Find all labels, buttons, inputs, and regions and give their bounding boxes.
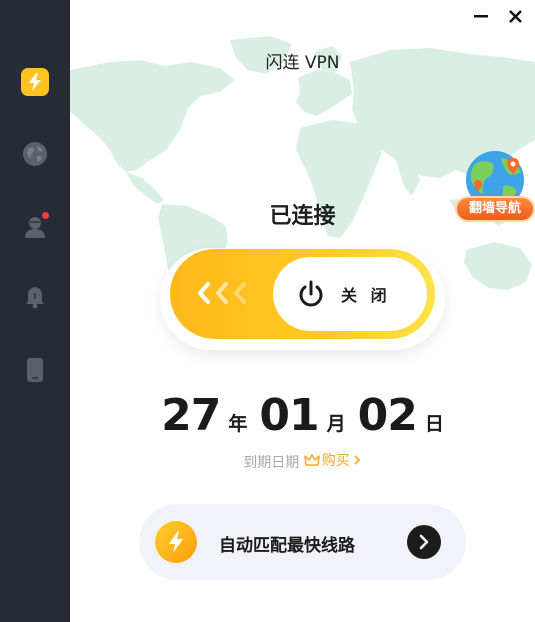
minimize-button[interactable] <box>470 5 492 27</box>
auto-route-button[interactable]: 自动匹配最快线路 <box>139 504 466 580</box>
expiry-day: 02 <box>357 390 418 441</box>
auto-route-label: 自动匹配最快线路 <box>219 536 355 556</box>
expiry-month: 01 <box>259 390 319 441</box>
sidebar-item-device[interactable] <box>21 356 49 384</box>
toggle-track: 关 闭 <box>170 249 435 339</box>
buy-label: 购买 <box>321 453 350 469</box>
bell-icon <box>26 287 44 309</box>
buy-link[interactable]: 购买 <box>303 450 362 470</box>
chevron-right-small-icon <box>354 455 360 465</box>
sidebar-item-globe[interactable] <box>21 140 49 168</box>
chevron-right-icon[interactable] <box>407 525 441 559</box>
power-icon <box>299 280 323 307</box>
expiry-day-unit: 日 <box>424 413 444 435</box>
expiry-month-unit: 月 <box>326 413 346 435</box>
chevrons-left-icon <box>196 281 256 305</box>
lightning-icon <box>155 521 197 563</box>
sidebar <box>0 0 70 622</box>
minimize-icon <box>474 15 488 18</box>
connection-status: 已连接 <box>269 204 336 229</box>
close-icon <box>508 9 522 23</box>
app-title: 闪连 VPN <box>265 53 340 73</box>
sidebar-item-account[interactable] <box>21 212 49 240</box>
phone-icon <box>27 358 43 382</box>
expiry-subline: 到期日期 购买 <box>70 450 535 472</box>
crown-icon <box>303 454 320 466</box>
notification-dot <box>42 212 49 219</box>
expiry-year: 27 <box>161 390 221 441</box>
disconnect-button[interactable]: 关 闭 <box>273 257 427 331</box>
expiry-label: 到期日期 <box>243 455 300 471</box>
expiry-year-unit: 年 <box>228 413 248 435</box>
close-button[interactable] <box>504 5 526 27</box>
expiry-date: 27 年 01 月 02 日 <box>70 390 535 441</box>
connection-toggle[interactable]: 关 闭 <box>160 240 445 350</box>
globe-icon <box>23 142 47 166</box>
main-panel: 闪连 VPN 翻墙导航 已连接 关 闭 27 年 01 月 02 日 到期日期 … <box>70 0 535 622</box>
sidebar-item-notifications[interactable] <box>21 283 49 311</box>
toggle-label: 关 闭 <box>341 286 391 305</box>
lightning-icon <box>29 73 41 91</box>
sidebar-item-speed[interactable] <box>21 68 49 96</box>
